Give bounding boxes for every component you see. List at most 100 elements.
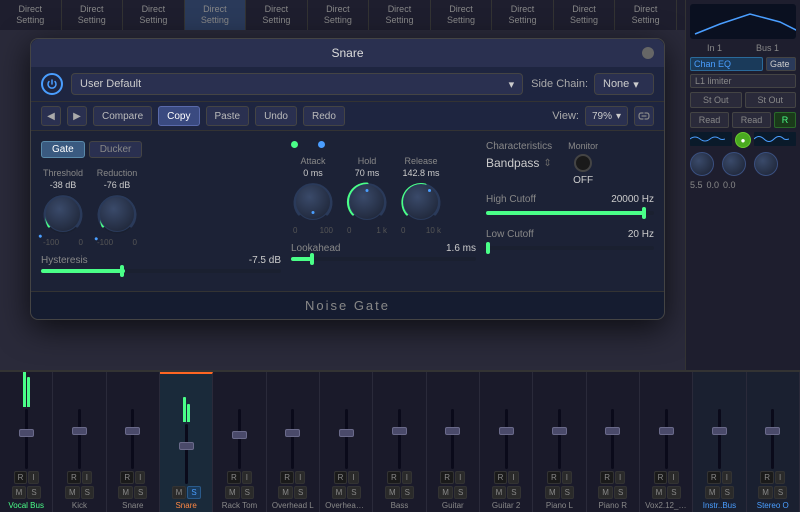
r-btn-6[interactable]: R bbox=[280, 471, 294, 484]
m-btn-14[interactable]: M bbox=[705, 486, 720, 499]
sidebar-knob-2[interactable] bbox=[722, 152, 746, 176]
r-btn-12[interactable]: R bbox=[600, 471, 614, 484]
s-btn-15[interactable]: S bbox=[774, 486, 787, 499]
high-cutoff-slider[interactable] bbox=[486, 211, 654, 215]
l1-limiter-button[interactable]: L1 limiter bbox=[690, 74, 796, 88]
m-btn-10[interactable]: M bbox=[492, 486, 507, 499]
m-btn-5[interactable]: M bbox=[225, 486, 240, 499]
r-btn-1[interactable]: R bbox=[14, 471, 28, 484]
r-btn-10[interactable]: R bbox=[494, 471, 508, 484]
i-btn-6[interactable]: I bbox=[295, 471, 305, 484]
s-btn-9[interactable]: S bbox=[454, 486, 467, 499]
r-btn-15[interactable]: R bbox=[760, 471, 774, 484]
view-percent[interactable]: 79% ▾ bbox=[585, 106, 628, 126]
nav-forward-button[interactable]: ▶ bbox=[67, 106, 87, 126]
i-btn-14[interactable]: I bbox=[722, 471, 732, 484]
s-btn-13[interactable]: S bbox=[667, 486, 680, 499]
hysteresis-slider[interactable] bbox=[41, 269, 281, 273]
redo-button[interactable]: Redo bbox=[303, 106, 345, 126]
compare-button[interactable]: Compare bbox=[93, 106, 152, 126]
s-btn-1[interactable]: S bbox=[27, 486, 40, 499]
fader-8[interactable] bbox=[398, 409, 401, 469]
read-1[interactable]: Read bbox=[690, 112, 729, 128]
i-btn-11[interactable]: I bbox=[562, 471, 572, 484]
i-btn-12[interactable]: I bbox=[615, 471, 625, 484]
threshold-knob[interactable] bbox=[41, 192, 85, 236]
fader-7[interactable] bbox=[345, 409, 348, 469]
m-btn-4[interactable]: M bbox=[172, 486, 187, 499]
r-btn-8[interactable]: R bbox=[387, 471, 401, 484]
monitor-toggle[interactable] bbox=[574, 154, 592, 172]
i-btn-3[interactable]: I bbox=[135, 471, 145, 484]
s-btn-5[interactable]: S bbox=[241, 486, 254, 499]
sidebar-knob-3[interactable] bbox=[754, 152, 778, 176]
m-btn-9[interactable]: M bbox=[438, 486, 453, 499]
s-btn-12[interactable]: S bbox=[614, 486, 627, 499]
close-button[interactable] bbox=[642, 47, 654, 59]
power-button[interactable] bbox=[41, 73, 63, 95]
m-btn-12[interactable]: M bbox=[598, 486, 613, 499]
s-btn-7[interactable]: S bbox=[347, 486, 360, 499]
r-btn-7[interactable]: R bbox=[334, 471, 348, 484]
i-btn-8[interactable]: I bbox=[402, 471, 412, 484]
fader-12[interactable] bbox=[611, 409, 614, 469]
i-btn-2[interactable]: I bbox=[82, 471, 92, 484]
ducker-tab[interactable]: Ducker bbox=[89, 141, 143, 158]
r-btn-14[interactable]: R bbox=[707, 471, 721, 484]
fader-11[interactable] bbox=[558, 409, 561, 469]
m-btn-11[interactable]: M bbox=[545, 486, 560, 499]
lookahead-slider[interactable] bbox=[291, 257, 476, 261]
s-btn-14[interactable]: S bbox=[721, 486, 734, 499]
release-knob[interactable] bbox=[399, 180, 443, 224]
reduction-knob[interactable] bbox=[95, 192, 139, 236]
fader-4[interactable] bbox=[185, 424, 188, 484]
i-btn-5[interactable]: I bbox=[242, 471, 252, 484]
m-btn-6[interactable]: M bbox=[278, 486, 293, 499]
s-btn-8[interactable]: S bbox=[401, 486, 414, 499]
sidechain-selector[interactable]: None ▾ bbox=[594, 73, 654, 95]
hold-knob[interactable] bbox=[345, 180, 389, 224]
i-btn-10[interactable]: I bbox=[508, 471, 518, 484]
fader-1[interactable] bbox=[25, 409, 28, 469]
preset-selector[interactable]: User Default ▾ bbox=[71, 73, 523, 95]
fader-14[interactable] bbox=[718, 409, 721, 469]
read-2[interactable]: Read bbox=[732, 112, 771, 128]
undo-button[interactable]: Undo bbox=[255, 106, 297, 126]
m-btn-15[interactable]: M bbox=[758, 486, 773, 499]
char-up-down-icon[interactable]: ⇕ bbox=[543, 158, 551, 169]
low-cutoff-slider[interactable] bbox=[486, 246, 654, 250]
fader-9[interactable] bbox=[451, 409, 454, 469]
r-btn-11[interactable]: R bbox=[547, 471, 561, 484]
m-btn-13[interactable]: M bbox=[652, 486, 667, 499]
chan-eq-button[interactable]: Chan EQ bbox=[690, 57, 763, 71]
s-btn-10[interactable]: S bbox=[507, 486, 520, 499]
r-btn-5[interactable]: R bbox=[227, 471, 241, 484]
fader-10[interactable] bbox=[505, 409, 508, 469]
nav-back-button[interactable]: ◀ bbox=[41, 106, 61, 126]
m-btn-8[interactable]: M bbox=[385, 486, 400, 499]
m-btn-1[interactable]: M bbox=[12, 486, 27, 499]
s-btn-6[interactable]: S bbox=[294, 486, 307, 499]
paste-button[interactable]: Paste bbox=[206, 106, 250, 126]
r-btn-2[interactable]: R bbox=[67, 471, 81, 484]
i-btn-9[interactable]: I bbox=[455, 471, 465, 484]
i-btn-1[interactable]: I bbox=[28, 471, 38, 484]
fader-5[interactable] bbox=[238, 409, 241, 469]
attack-knob[interactable] bbox=[291, 180, 335, 224]
fader-3[interactable] bbox=[131, 409, 134, 469]
fader-6[interactable] bbox=[291, 409, 294, 469]
r-btn-9[interactable]: R bbox=[440, 471, 454, 484]
sidebar-knob-1[interactable] bbox=[690, 152, 714, 176]
i-btn-15[interactable]: I bbox=[775, 471, 785, 484]
s-btn-3[interactable]: S bbox=[134, 486, 147, 499]
gate-button[interactable]: Gate bbox=[766, 57, 796, 71]
m-btn-3[interactable]: M bbox=[118, 486, 133, 499]
i-btn-7[interactable]: I bbox=[348, 471, 358, 484]
copy-button[interactable]: Copy bbox=[158, 106, 199, 126]
s-btn-4[interactable]: S bbox=[187, 486, 200, 499]
fader-2[interactable] bbox=[78, 409, 81, 469]
m-btn-2[interactable]: M bbox=[65, 486, 80, 499]
i-btn-13[interactable]: I bbox=[668, 471, 678, 484]
r-btn-13[interactable]: R bbox=[654, 471, 668, 484]
fader-15[interactable] bbox=[771, 409, 774, 469]
